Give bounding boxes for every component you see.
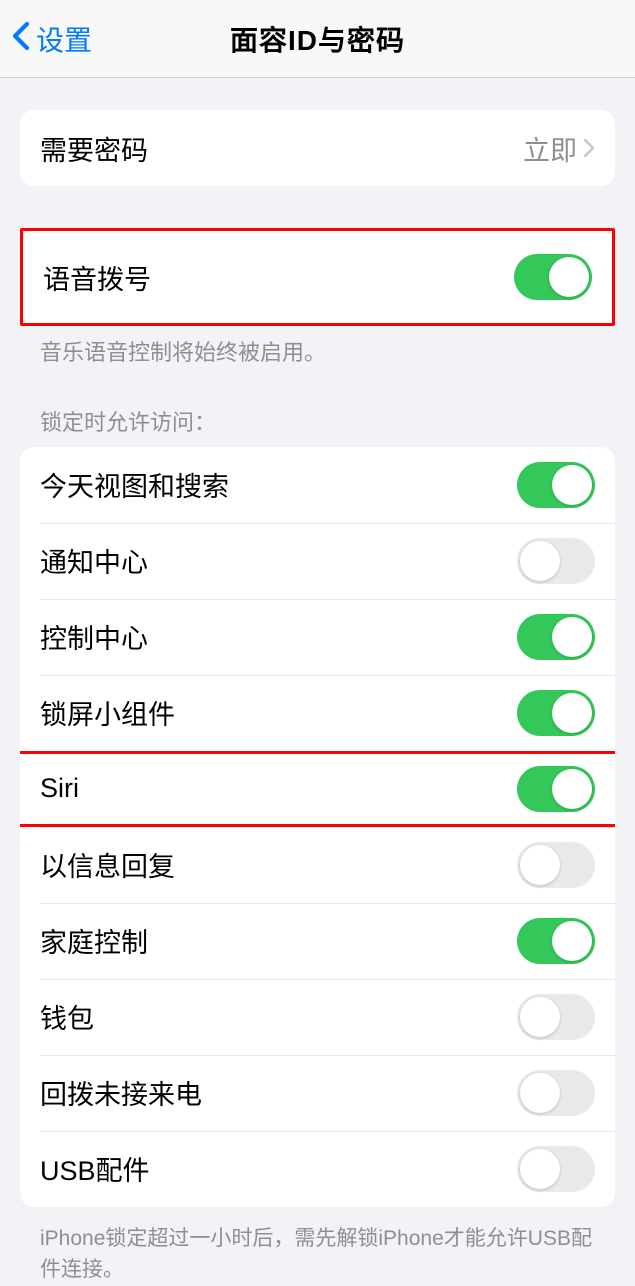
lock-access-row: 家庭控制 [20,903,615,979]
voice-dial-toggle[interactable] [514,254,592,300]
row-voice-dial: 语音拨号 [23,231,612,323]
require-passcode-label: 需要密码 [40,129,148,168]
back-chevron-icon[interactable] [12,21,30,57]
lock-access-item-toggle[interactable] [517,538,595,584]
lock-access-item-label: 家庭控制 [40,921,148,960]
lock-access-item-toggle[interactable] [517,842,595,888]
voice-dial-label: 语音拨号 [43,258,151,297]
lock-access-row: Siri [20,751,615,827]
lock-access-row: 今天视图和搜索 [20,447,615,523]
lock-access-row: 通知中心 [20,523,615,599]
lock-access-item-label: 控制中心 [40,617,148,656]
lock-access-item-label: USB配件 [40,1149,150,1188]
lock-access-item-toggle[interactable] [517,766,595,812]
lock-access-item-toggle[interactable] [517,918,595,964]
section-require-passcode: 需要密码 立即 [20,110,615,186]
lock-access-item-toggle[interactable] [517,994,595,1040]
navbar: 设置 面容ID与密码 [0,0,635,78]
section-voice-dial: 语音拨号 [20,228,615,326]
lock-access-item-toggle[interactable] [517,1070,595,1116]
lock-access-item-label: 以信息回复 [40,845,175,884]
lock-access-item-label: Siri [40,773,79,804]
page-title: 面容ID与密码 [0,19,635,59]
lock-access-item-label: 锁屏小组件 [40,693,175,732]
chevron-right-icon [583,138,595,158]
section-lock-access: 今天视图和搜索通知中心控制中心锁屏小组件 Siri 以信息回复家庭控制钱包回拨未接来… [20,447,615,1207]
lock-access-item-toggle[interactable] [517,690,595,736]
lock-access-item-toggle[interactable] [517,614,595,660]
lock-access-item-toggle[interactable] [517,1146,595,1192]
lock-access-row: 钱包 [20,979,615,1055]
lock-access-item-label: 钱包 [40,997,94,1036]
lock-access-row: 控制中心 [20,599,615,675]
voice-dial-footer: 音乐语音控制将始终被启用。 [20,326,615,369]
back-button-label[interactable]: 设置 [36,19,92,59]
lock-access-item-label: 回拨未接来电 [40,1073,202,1112]
require-passcode-value: 立即 [523,129,577,168]
content-scroll: 需要密码 立即 语音拨号 音乐语音控制将始终被启用。 锁定时允许访问： 今天视图… [0,110,635,1286]
lock-access-row: 以信息回复 [20,827,615,903]
lock-access-row: 回拨未接来电 [20,1055,615,1131]
lock-access-item-label: 通知中心 [40,541,148,580]
lock-access-footer: iPhone锁定超过一小时后，需先解锁iPhone才能允许USB配件连接。 [20,1207,615,1286]
lock-access-item-toggle[interactable] [517,462,595,508]
lock-access-item-label: 今天视图和搜索 [40,465,229,504]
row-require-passcode[interactable]: 需要密码 立即 [20,110,615,186]
lock-access-row: 锁屏小组件 [20,675,615,751]
lock-access-header: 锁定时允许访问： [20,369,615,447]
lock-access-row: USB配件 [20,1131,615,1207]
